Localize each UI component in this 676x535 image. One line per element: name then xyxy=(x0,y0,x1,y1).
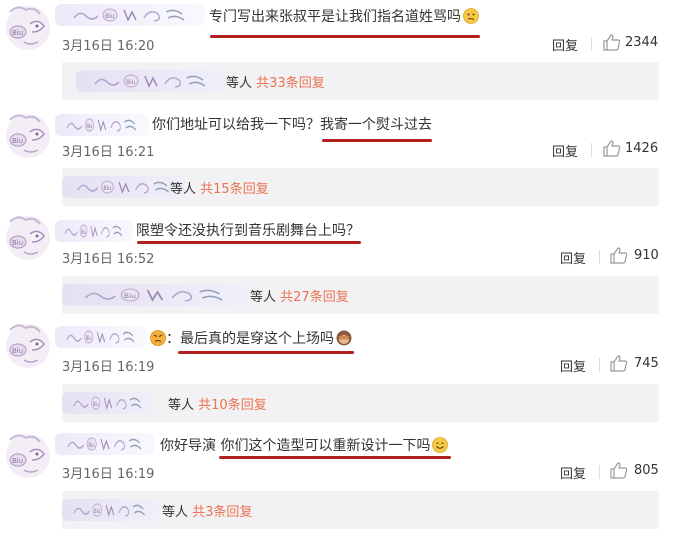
highlight-underline xyxy=(210,35,480,38)
comment-date: 3月16日 16:19 xyxy=(62,467,155,482)
comment-date: 3月16日 16:20 xyxy=(62,39,155,54)
sub-repliers-obscured xyxy=(62,392,154,414)
username-obscured[interactable] xyxy=(55,114,149,136)
action-divider xyxy=(591,143,592,157)
comment-highlight: 限塑令还没执行到音乐剧舞台上吗？ xyxy=(136,223,360,239)
user-avatar[interactable] xyxy=(4,2,52,52)
sub-replies-summary[interactable]: 等人 共33条回复 xyxy=(226,72,325,91)
username-obscured[interactable] xyxy=(55,433,155,455)
reply-button[interactable]: 回复 xyxy=(552,141,578,160)
highlight-underline xyxy=(178,351,354,354)
comment-highlight: 我寄一个熨斗过去 xyxy=(320,117,432,133)
action-divider xyxy=(599,250,600,264)
comment-date: 3月16日 16:21 xyxy=(62,145,155,160)
action-divider xyxy=(599,465,600,479)
sub-replies-summary[interactable]: 等人 共27条回复 xyxy=(250,286,349,305)
reply-count-link[interactable]: 共10条回复 xyxy=(198,398,267,413)
comment-date: 3月16日 16:52 xyxy=(62,252,155,267)
comment-prefix: 你好导演 xyxy=(160,438,216,454)
highlight-underline xyxy=(137,241,361,244)
sub-repliers-obscured xyxy=(62,284,248,306)
user-avatar[interactable] xyxy=(4,320,52,370)
sub-repliers-obscured xyxy=(62,176,186,198)
smiling-face-icon xyxy=(432,437,449,453)
like-thumb-icon[interactable] xyxy=(610,247,628,264)
username-obscured[interactable] xyxy=(55,326,147,348)
sub-repliers-suffix: 等人 xyxy=(170,182,197,197)
sub-replies-box[interactable]: 等人 共27条回复 xyxy=(62,276,659,314)
angry-face-icon xyxy=(150,330,166,346)
comment-text: 你好导演 你们这个造型可以重新设计一下吗 xyxy=(160,437,449,455)
action-divider xyxy=(599,358,600,372)
thinking-face-icon xyxy=(463,8,479,24)
like-count[interactable]: 910 xyxy=(634,248,659,263)
reply-count-link[interactable]: 共27条回复 xyxy=(280,290,349,305)
user-avatar[interactable] xyxy=(4,212,52,262)
comment-prefix: ： xyxy=(166,331,180,347)
sub-replies-box[interactable]: 等人 共33条回复 xyxy=(62,62,659,100)
sub-repliers-suffix: 等人 xyxy=(162,505,189,520)
reply-count-link[interactable]: 共3条回复 xyxy=(192,505,252,520)
sub-repliers-suffix: 等人 xyxy=(250,290,277,305)
like-thumb-icon[interactable] xyxy=(603,34,621,51)
reply-button[interactable]: 回复 xyxy=(560,463,586,482)
comment-date: 3月16日 16:19 xyxy=(62,360,155,375)
sub-replies-box[interactable]: 等人 共3条回复 xyxy=(62,491,659,529)
comment-highlight: 你们这个造型可以重新设计一下吗 xyxy=(220,438,431,454)
user-avatar[interactable] xyxy=(4,430,52,480)
sub-replies-summary[interactable]: 等人 共15条回复 xyxy=(170,178,269,197)
comment-highlight: 最后真的是穿这个上场吗 xyxy=(180,331,334,347)
sub-replies-summary[interactable]: 等人 共3条回复 xyxy=(162,501,252,520)
sub-repliers-obscured xyxy=(76,70,226,92)
comment-prefix: 你们地址可以给我一下吗？ xyxy=(152,117,320,133)
action-divider xyxy=(591,37,592,51)
highlight-underline xyxy=(219,456,451,459)
comment-text: 专门写出来张叔平是让我们指名道姓骂吗 xyxy=(209,8,479,26)
reply-button[interactable]: 回复 xyxy=(552,35,578,54)
sub-repliers-obscured xyxy=(62,499,158,521)
like-count[interactable]: 1426 xyxy=(625,141,658,156)
sub-replies-box[interactable]: 等人 共15条回复 xyxy=(62,168,659,206)
reply-button[interactable]: 回复 xyxy=(560,356,586,375)
sub-repliers-suffix: 等人 xyxy=(226,76,253,91)
like-count[interactable]: 805 xyxy=(634,463,659,478)
highlight-underline xyxy=(322,139,432,142)
comment-text: 限塑令还没执行到音乐剧舞台上吗？ xyxy=(136,222,360,240)
like-thumb-icon[interactable] xyxy=(610,462,628,479)
like-count[interactable]: 745 xyxy=(634,356,659,371)
like-thumb-icon[interactable] xyxy=(603,140,621,157)
reply-count-link[interactable]: 共33条回复 xyxy=(256,76,325,91)
comment-text: ：最后真的是穿这个上场吗 xyxy=(148,330,352,348)
username-obscured[interactable] xyxy=(55,4,205,26)
reply-button[interactable]: 回复 xyxy=(560,248,586,267)
username-obscured[interactable] xyxy=(55,220,133,242)
comment-highlight: 专门写出来张叔平是让我们指名道姓骂吗 xyxy=(209,9,461,25)
sub-replies-summary[interactable]: 等人 共10条回复 xyxy=(168,394,267,413)
reply-count-link[interactable]: 共15条回复 xyxy=(200,182,269,197)
sub-repliers-suffix: 等人 xyxy=(168,398,195,413)
user-avatar[interactable] xyxy=(4,110,52,160)
comment-text: 你们地址可以给我一下吗？我寄一个熨斗过去 xyxy=(152,116,432,134)
see-no-evil-monkey-icon xyxy=(336,330,352,346)
sub-replies-box[interactable]: 等人 共10条回复 xyxy=(62,384,659,422)
like-thumb-icon[interactable] xyxy=(610,355,628,372)
like-count[interactable]: 2344 xyxy=(625,35,658,50)
